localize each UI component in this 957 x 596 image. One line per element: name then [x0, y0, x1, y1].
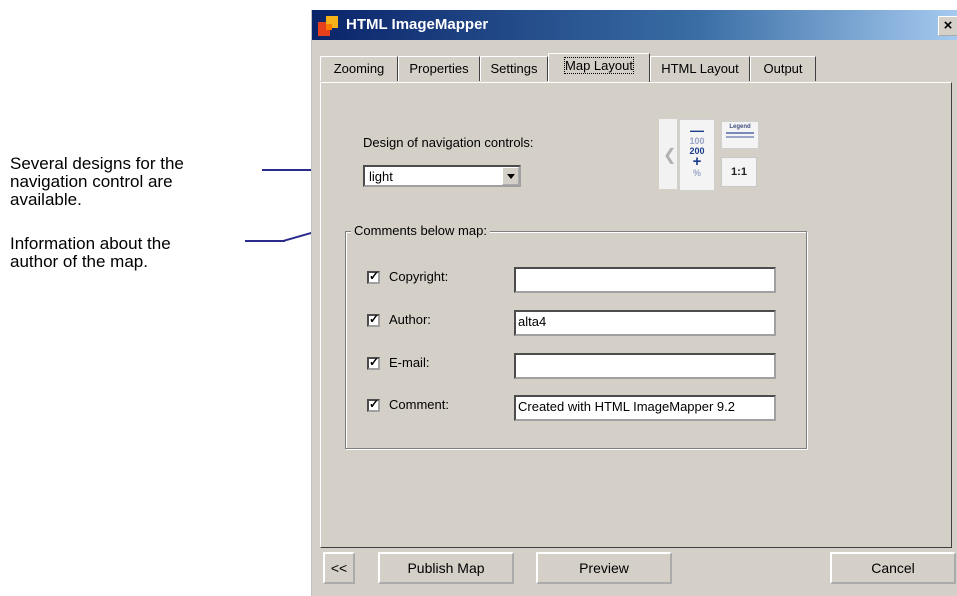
tab-settings[interactable]: Settings [480, 56, 548, 81]
cancel-button[interactable]: Cancel [830, 552, 956, 584]
email-label: E-mail: [389, 355, 430, 370]
author-checkbox[interactable] [367, 312, 380, 327]
tab-label: Output [763, 61, 803, 76]
preview-scale-button: 1:1 [721, 157, 757, 187]
callout-author-leader [245, 240, 285, 242]
chevron-down-icon[interactable] [502, 167, 519, 185]
navigation-preview-image: ❮ — 100 200 + % Legend 1:1 [659, 119, 773, 191]
callout-navigation-line2: navigation control are [10, 172, 173, 191]
comment-checkbox[interactable] [367, 397, 380, 412]
comments-group-label: Comments below map: [351, 223, 490, 238]
design-select[interactable]: light [363, 165, 521, 187]
tab-html-layout[interactable]: HTML Layout [650, 56, 750, 81]
preview-button[interactable]: Preview [536, 552, 672, 584]
comment-field[interactable]: Created with HTML ImageMapper 9.2 [514, 395, 776, 421]
design-label: Design of navigation controls: [363, 135, 534, 150]
tab-output[interactable]: Output [750, 56, 816, 81]
author-field[interactable]: alta4 [514, 310, 776, 336]
comment-label: Comment: [389, 397, 449, 412]
legend-lines-icon [726, 132, 754, 134]
copyright-field[interactable] [514, 267, 776, 293]
close-icon[interactable]: × [938, 16, 957, 36]
tab-zooming[interactable]: Zooming [320, 56, 398, 81]
window-title: HTML ImageMapper [346, 16, 489, 33]
copyright-label: Copyright: [389, 269, 449, 284]
email-checkbox[interactable] [367, 355, 380, 370]
preview-legend-title: Legend [729, 124, 751, 130]
callout-author: Information about the author of the map. [10, 235, 171, 271]
tab-label: Properties [409, 61, 469, 76]
publish-map-button[interactable]: Publish Map [378, 552, 514, 584]
tab-map-layout[interactable]: Map Layout [548, 53, 650, 82]
map-layout-panel: Design of navigation controls: light ❮ —… [320, 82, 952, 548]
email-field[interactable] [514, 353, 776, 379]
callout-navigation-line1: Several designs for the [10, 154, 184, 173]
callout-navigation: Several designs for the navigation contr… [10, 155, 184, 209]
callout-author-line2: author of the map. [10, 252, 148, 271]
title-bar[interactable]: HTML ImageMapper × [312, 10, 957, 40]
preview-zoom-bar: — 100 200 + % [679, 119, 715, 191]
zoom-out-icon: — [690, 122, 704, 138]
tab-label: Settings [490, 61, 538, 76]
preview-pan-strip: ❮ [659, 119, 678, 189]
preview-zoom-100: 100 [689, 136, 705, 146]
zoom-in-icon: + [692, 153, 702, 170]
tab-label: Zooming [333, 61, 385, 76]
copyright-checkbox[interactable] [367, 269, 380, 284]
app-icon [318, 16, 338, 36]
author-label: Author: [389, 312, 431, 327]
chevron-left-icon: ❮ [663, 147, 677, 164]
callout-navigation-line3: available. [10, 190, 82, 209]
tab-label: HTML Layout [661, 61, 739, 76]
preview-zoom-pct: % [692, 168, 701, 178]
tab-label: Map Layout [564, 57, 634, 74]
preview-legend: Legend [721, 121, 759, 149]
dialog-window: HTML ImageMapper × Zooming Properties Se… [311, 10, 957, 596]
tab-properties[interactable]: Properties [398, 56, 480, 81]
legend-lines-icon [726, 136, 754, 138]
design-select-value: light [369, 169, 393, 184]
back-button[interactable]: << [323, 552, 355, 584]
callout-author-line1: Information about the [10, 234, 171, 253]
